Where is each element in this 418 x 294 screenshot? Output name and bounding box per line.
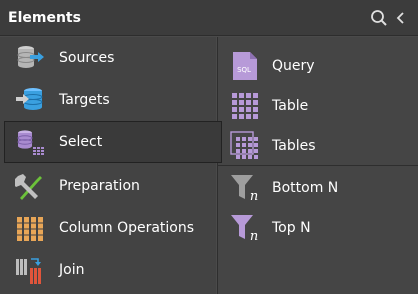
select-icon <box>14 126 46 158</box>
category-label: Select <box>59 134 103 150</box>
sql-query-icon: SQL <box>229 50 261 82</box>
element-bottom-n[interactable]: n Bottom N <box>217 168 418 208</box>
category-label: Sources <box>59 50 115 66</box>
element-label: Bottom N <box>272 180 339 196</box>
panel-header: Elements <box>0 0 418 36</box>
table-icon <box>229 90 261 122</box>
svg-text:n: n <box>250 189 258 203</box>
category-preparation[interactable]: Preparation <box>0 165 216 207</box>
join-icon <box>14 254 46 286</box>
category-join[interactable]: Join <box>0 249 216 291</box>
tables-icon <box>229 130 261 162</box>
element-label: Table <box>272 98 309 114</box>
category-sources[interactable]: Sources <box>0 37 216 79</box>
category-label: Preparation <box>59 178 140 194</box>
bottom-n-icon: n <box>229 172 261 204</box>
element-label: Top N <box>272 220 311 236</box>
category-label: Join <box>59 262 85 278</box>
element-table[interactable]: Table <box>217 86 418 126</box>
panel-title: Elements <box>8 9 81 26</box>
targets-icon <box>14 84 46 116</box>
element-top-n[interactable]: n Top N <box>217 208 418 248</box>
column-operations-icon <box>14 212 46 244</box>
collapse-chevron-icon[interactable] <box>390 7 412 29</box>
category-targets[interactable]: Targets <box>0 79 216 121</box>
svg-text:n: n <box>250 229 258 243</box>
element-tables[interactable]: Tables <box>217 126 418 166</box>
search-icon[interactable] <box>368 7 390 29</box>
element-label: Query <box>272 58 315 74</box>
category-label: Column Operations <box>59 220 195 236</box>
svg-text:SQL: SQL <box>237 66 251 74</box>
sources-icon <box>14 42 46 74</box>
top-n-icon: n <box>229 212 261 244</box>
preparation-icon <box>14 170 46 202</box>
element-query[interactable]: SQL Query <box>217 46 418 86</box>
category-select[interactable]: Select <box>4 121 222 163</box>
header-tools <box>368 7 412 29</box>
element-label: Tables <box>272 137 316 154</box>
category-label: Targets <box>59 92 110 108</box>
category-column-operations[interactable]: Column Operations <box>0 207 216 249</box>
